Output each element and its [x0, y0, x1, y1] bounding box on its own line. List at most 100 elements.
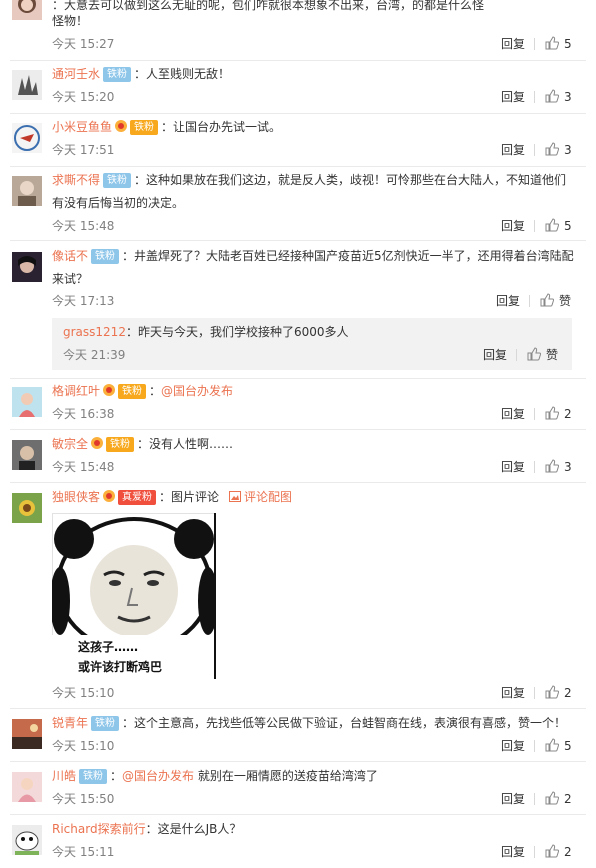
sub-like-button[interactable]: 赞: [527, 347, 558, 363]
username-link[interactable]: 格调红叶: [52, 384, 100, 398]
separator: [10, 378, 586, 379]
comment-body: ：这是什么JB人？: [145, 822, 242, 836]
avatar[interactable]: [12, 252, 42, 282]
like-button[interactable]: 5: [545, 738, 572, 754]
reply-button[interactable]: 回复: [501, 844, 525, 860]
separator: [10, 60, 586, 61]
picture-comment-link[interactable]: 评论配图: [229, 490, 292, 504]
avatar[interactable]: [12, 176, 42, 206]
crown-icon: [103, 490, 116, 502]
username-link[interactable]: 通河壬水: [52, 67, 100, 81]
comment-time: 今天 17:51: [52, 143, 115, 157]
like-button[interactable]: 5: [545, 36, 572, 52]
username-link[interactable]: 敏宗全: [52, 437, 88, 451]
fan-badge[interactable]: 铁粉: [79, 769, 108, 784]
like-count: 3: [564, 90, 572, 104]
like-button[interactable]: 5: [545, 218, 572, 234]
username-link[interactable]: grass1212: [63, 325, 126, 339]
reply-button[interactable]: 回复: [501, 89, 525, 105]
fan-badge[interactable]: 铁粉: [103, 67, 132, 82]
like-button[interactable]: 3: [545, 89, 572, 105]
comment-time: 今天 15:50: [52, 792, 115, 806]
comment-time: 今天 17:13: [52, 294, 115, 308]
comment-text: 独眼侠客 真爱粉 ：图片评论 评论配图: [52, 486, 572, 509]
comment-body: ：这种如果放在我们这边，就是反人类，歧视！可怜那些在台大陆人，不知道他们: [134, 173, 567, 187]
reply-button[interactable]: 回复: [501, 459, 525, 475]
username-link[interactable]: 独眼侠客: [52, 490, 100, 504]
crown-icon: [103, 384, 116, 396]
reply-button[interactable]: 回复: [501, 218, 525, 234]
like-label: 赞: [546, 348, 559, 362]
comment-body: ：人至贱则无敌！: [134, 67, 231, 81]
username-link[interactable]: 像话不: [52, 249, 88, 263]
thumbs-up-icon: [545, 89, 560, 103]
reply-button[interactable]: 回复: [496, 293, 520, 309]
meme-caption-line2: 或许该打断鸡巴: [78, 659, 162, 674]
comment-panel: ：大意去可以做到这么无耻的呢，包们咋就很本想象不出来，台湾，的都是什么怪 怪物！…: [0, 0, 596, 868]
comment-body: ：没有人性啊……: [137, 437, 234, 451]
comment-text: 像话不 铁粉 ：井盖焊死了？大陆老百姓已经接种国产疫苗近5亿剂快近一半了，还用得着台…: [52, 245, 574, 268]
like-button[interactable]: 赞: [540, 293, 571, 309]
avatar[interactable]: [12, 825, 42, 855]
username-link[interactable]: 求嘶不得: [52, 173, 100, 187]
thumbs-up-icon: [545, 218, 560, 232]
avatar[interactable]: [12, 70, 42, 100]
username-link[interactable]: 川皓: [52, 769, 76, 783]
like-button[interactable]: 2: [545, 406, 572, 422]
username-link[interactable]: 锐青年: [52, 716, 88, 730]
reply-button[interactable]: 回复: [501, 406, 525, 422]
thumbs-up-icon: [545, 459, 560, 473]
separator: [10, 166, 586, 167]
sub-reply-button[interactable]: 回复: [483, 347, 507, 363]
like-button[interactable]: 3: [545, 459, 572, 475]
reply-button[interactable]: 回复: [501, 685, 525, 701]
avatar[interactable]: [12, 719, 42, 749]
comment-text: 通河壬水 铁粉 ：人至贱则无敌！: [52, 63, 572, 86]
divider: [534, 846, 535, 858]
comment-body: ：井盖焊死了？大陆老百姓已经接种国产疫苗近5亿剂快近一半了，还用得着台湾陆配: [122, 249, 574, 263]
comment-text: 求嘶不得 铁粉 ：这种如果放在我们这边，就是反人类，歧视！可怜那些在台大陆人，不知道…: [52, 169, 572, 192]
reply-button[interactable]: 回复: [501, 791, 525, 807]
comment-body: ：图片评论: [159, 490, 220, 504]
avatar[interactable]: [12, 440, 42, 470]
fan-badge[interactable]: 铁粉: [106, 437, 135, 452]
like-count: 3: [564, 460, 572, 474]
mention-link[interactable]: @国台办发布: [161, 384, 233, 398]
fan-badge[interactable]: 铁粉: [91, 249, 120, 264]
username-link[interactable]: 小米豆鱼鱼: [52, 120, 112, 134]
divider: [516, 349, 517, 361]
fan-badge[interactable]: 铁粉: [130, 120, 159, 135]
divider: [534, 38, 535, 50]
reply-button[interactable]: 回复: [501, 142, 525, 158]
divider: [534, 793, 535, 805]
avatar[interactable]: [12, 123, 42, 153]
fan-badge[interactable]: 铁粉: [103, 173, 132, 188]
like-button[interactable]: 2: [545, 791, 572, 807]
comment-body: ：: [149, 384, 162, 398]
crown-icon: [115, 120, 128, 132]
fan-badge[interactable]: 铁粉: [118, 384, 147, 399]
crown-icon: [91, 437, 104, 449]
fan-badge[interactable]: 真爱粉: [118, 490, 157, 505]
reply-button[interactable]: 回复: [501, 738, 525, 754]
comment-body: 就别在一厢情愿的送疫苗给湾湾了: [194, 769, 378, 783]
comment-text-line2: 来试？: [52, 272, 89, 286]
username-link[interactable]: Richard探索前行: [52, 822, 146, 836]
mention-link[interactable]: @国台办发布: [122, 769, 194, 783]
avatar[interactable]: [12, 387, 42, 417]
avatar[interactable]: [12, 493, 42, 523]
comment-body: ：这个主意高，先找些低等公民做下验证，台蛙智商在线，表演很有喜感，赞一个！: [122, 716, 567, 730]
reply-button[interactable]: 回复: [501, 36, 525, 52]
comment-image[interactable]: 这孩子…… 或许该打断鸡巴: [50, 513, 218, 679]
divider: [534, 220, 535, 232]
comment-text-line2: 有没有后悔当初的决定。: [52, 196, 185, 210]
sub-reply-text: grass1212：昨天与今天，我们学校接种了6000多人: [63, 321, 583, 344]
separator: [10, 113, 586, 114]
fan-badge[interactable]: 铁粉: [91, 716, 120, 731]
avatar[interactable]: [12, 0, 42, 20]
like-button[interactable]: 3: [545, 142, 572, 158]
like-button[interactable]: 2: [545, 844, 572, 860]
picture-link-label: 评论配图: [244, 490, 293, 504]
like-button[interactable]: 2: [545, 685, 572, 701]
avatar[interactable]: [12, 772, 42, 802]
